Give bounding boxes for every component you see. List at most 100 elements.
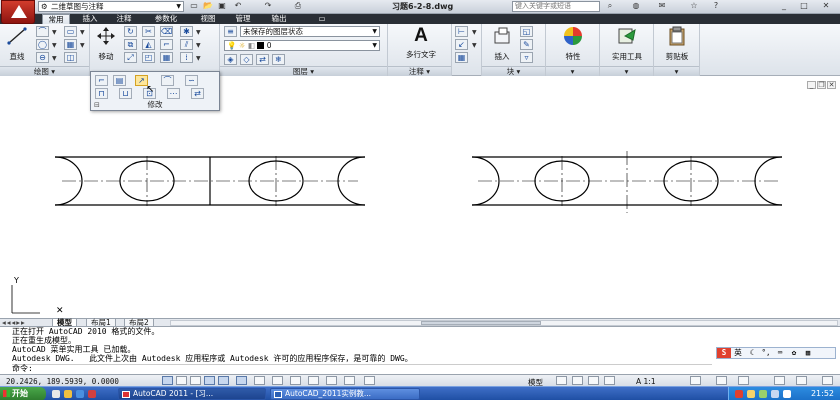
rotate-icon[interactable]: ↻: [124, 26, 137, 37]
current-layer-combo[interactable]: 💡 ☼ ◧ 0 ▼: [224, 40, 380, 51]
utilities-panel-label[interactable]: ▾: [600, 66, 653, 76]
layer-tool-icon[interactable]: ◈: [224, 54, 237, 65]
drawing-canvas[interactable]: _ ❐ ✕ Y ✕: [0, 77, 840, 318]
break-icon[interactable]: ⁞: [180, 52, 193, 63]
tab-manage[interactable]: 管理: [228, 14, 258, 24]
copy-icon[interactable]: ⧉: [124, 39, 137, 50]
linear-dimension-icon[interactable]: ⊢: [455, 26, 468, 37]
move-button[interactable]: 移动: [92, 26, 120, 62]
layer-isolate-icon[interactable]: ◇: [240, 54, 253, 65]
polar-toggle[interactable]: [204, 376, 215, 385]
lock-icon[interactable]: [738, 376, 749, 385]
ime-toolbar[interactable]: S 英 ☾ °, ⌨ ✿ ▦: [716, 347, 836, 359]
dyn-toggle[interactable]: [272, 376, 283, 385]
chevron-down-icon[interactable]: ▼: [80, 29, 85, 36]
pan-icon[interactable]: [588, 376, 599, 385]
zoom-icon[interactable]: [604, 376, 615, 385]
close-icon[interactable]: ✕: [820, 1, 832, 10]
quick-launch-icon[interactable]: [88, 390, 96, 398]
save-icon[interactable]: ▣: [216, 1, 228, 10]
chamfer-icon[interactable]: ⌒: [161, 75, 174, 86]
reverse-icon[interactable]: ⇄: [191, 88, 204, 99]
redo-icon[interactable]: ↷: [262, 1, 274, 10]
osnap-toggle[interactable]: [218, 376, 229, 385]
blend-icon[interactable]: ∽: [185, 75, 198, 86]
plot-icon[interactable]: ⎙: [292, 1, 304, 11]
ime-mode-label[interactable]: 英: [731, 348, 745, 358]
circle-icon[interactable]: ◯: [36, 39, 49, 50]
keyboard-icon[interactable]: ⌨: [773, 348, 787, 358]
utilities-button[interactable]: 实用工具: [602, 26, 652, 62]
undo-icon[interactable]: ↶: [232, 1, 244, 10]
mtext-button[interactable]: A 多行文字: [396, 26, 446, 60]
minimize-icon[interactable]: _: [778, 1, 790, 10]
ortho-toggle[interactable]: [190, 376, 201, 385]
stretch-icon[interactable]: ⤢: [124, 52, 137, 63]
annotation-panel-label[interactable]: 注释 ▾: [388, 66, 451, 76]
array-icon[interactable]: ▦: [160, 52, 173, 63]
coordinates-readout[interactable]: 20.2426, 189.5939, 0.0000: [6, 377, 119, 386]
chevron-down-icon[interactable]: ▼: [472, 42, 477, 49]
tab-output[interactable]: 输出: [264, 14, 294, 24]
moon-icon[interactable]: ☾: [745, 348, 759, 358]
ime-tray-icon[interactable]: [735, 390, 743, 398]
chevron-down-icon[interactable]: ▼: [196, 29, 201, 36]
fillet-icon[interactable]: ⌐: [160, 39, 173, 50]
new-icon[interactable]: ▭: [188, 1, 200, 10]
maximize-icon[interactable]: □: [798, 1, 810, 10]
network-icon[interactable]: [747, 390, 755, 398]
transparency-toggle[interactable]: [308, 376, 319, 385]
properties-button[interactable]: 特性: [550, 26, 596, 62]
table-icon[interactable]: ▦: [455, 52, 468, 63]
quick-launch-icon[interactable]: [64, 390, 72, 398]
annotation-scale-label[interactable]: A 1:1: [636, 377, 656, 386]
properties-panel-label[interactable]: ▾: [546, 66, 599, 76]
grid-toggle[interactable]: [176, 376, 187, 385]
layer-state-combo[interactable]: 未保存的图层状态 ▼: [240, 26, 380, 37]
ducs-toggle[interactable]: [254, 376, 265, 385]
search-input[interactable]: 键入关键字或短语: [512, 1, 600, 12]
quick-properties-toggle[interactable]: [326, 376, 337, 385]
join-icon[interactable]: ⊓: [95, 88, 108, 99]
annotation-visibility-icon[interactable]: [690, 376, 701, 385]
skin-icon[interactable]: ✿: [787, 348, 801, 358]
chevron-down-icon[interactable]: ▼: [196, 42, 201, 49]
explode-icon[interactable]: ✱: [180, 26, 193, 37]
tab-layout2[interactable]: 布局2: [124, 319, 154, 327]
quick-launch-icon[interactable]: [76, 390, 84, 398]
modify-panel-label[interactable]: 修改: [91, 100, 219, 110]
tray-app-icon[interactable]: [783, 390, 791, 398]
create-block-icon[interactable]: ◱: [520, 26, 533, 37]
tab-model[interactable]: 模型: [52, 319, 77, 327]
leader-icon[interactable]: ↙: [455, 39, 468, 50]
selection-cycling-toggle[interactable]: [344, 376, 355, 385]
quick-launch-icon[interactable]: [52, 390, 60, 398]
draw-panel-label[interactable]: 绘图 ▾: [0, 66, 89, 76]
workspace-select[interactable]: ⚙ 二维草图与注释 ▼: [38, 1, 184, 12]
layer-match-icon[interactable]: ⇄: [256, 54, 269, 65]
command-prompt-input[interactable]: 命令:: [12, 364, 712, 373]
tab-view[interactable]: 视图: [194, 14, 222, 24]
draworder-icon[interactable]: ▤: [113, 75, 126, 86]
layer-freeze-icon[interactable]: ❄: [272, 54, 285, 65]
tab-insert[interactable]: 插入: [76, 14, 104, 24]
hatch-icon[interactable]: ▦: [64, 39, 77, 50]
erase-icon[interactable]: ⌫: [160, 26, 173, 37]
edit-polyline-icon[interactable]: ⌐: [95, 75, 108, 86]
quick-view-drawings-icon[interactable]: [572, 376, 583, 385]
workspace-switch-icon[interactable]: [716, 376, 727, 385]
scrollbar-thumb[interactable]: [421, 321, 541, 325]
ime-settings-icon[interactable]: ▦: [801, 348, 815, 358]
clipboard-button[interactable]: 剪贴板: [656, 26, 698, 62]
quick-view-layouts-icon[interactable]: [556, 376, 567, 385]
line-button[interactable]: 直线: [3, 26, 31, 62]
chevron-down-icon[interactable]: ▼: [196, 55, 201, 62]
mirror-icon[interactable]: ◭: [142, 39, 155, 50]
otrack-toggle[interactable]: [236, 376, 247, 385]
start-button[interactable]: 开始: [0, 387, 46, 400]
lineweight-toggle[interactable]: [290, 376, 301, 385]
security-icon[interactable]: [759, 390, 767, 398]
punctuation-icon[interactable]: °,: [759, 348, 773, 358]
tab-annotate[interactable]: 注释: [110, 14, 138, 24]
arc-icon[interactable]: ⊖: [36, 52, 49, 63]
